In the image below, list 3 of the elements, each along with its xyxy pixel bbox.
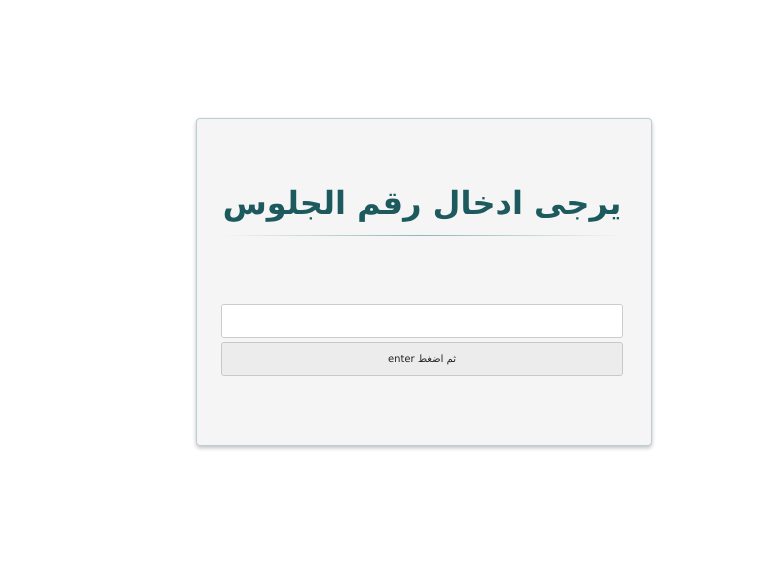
seat-number-field[interactable] [221, 304, 623, 338]
card-title: يرجى ادخال رقم الجلوس [222, 183, 622, 224]
submit-button[interactable]: ثم اضغط enter [221, 342, 623, 376]
